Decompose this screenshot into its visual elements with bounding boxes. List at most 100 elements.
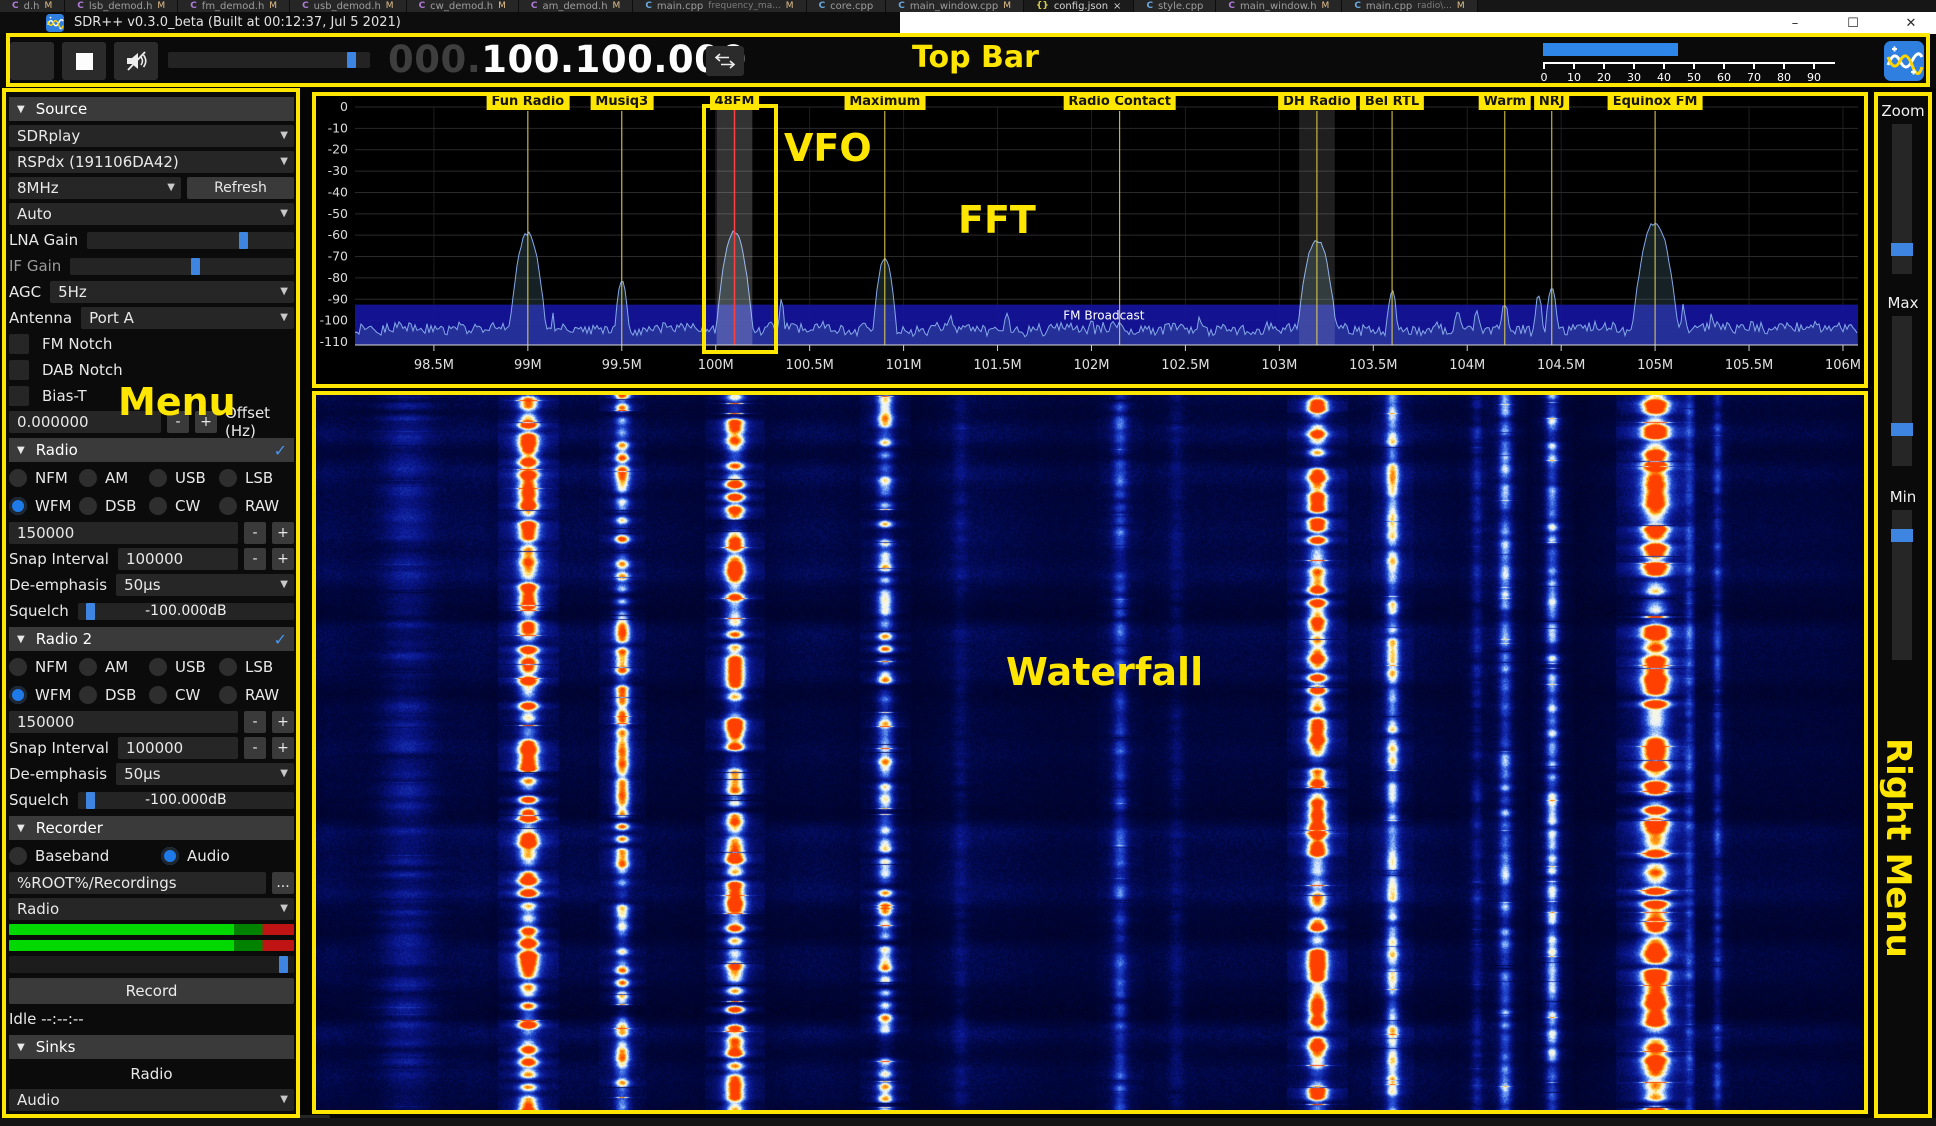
mode2-dsb[interactable]: DSB (79, 686, 149, 704)
mode-wfm[interactable]: WFM (9, 497, 79, 515)
mode2-nfm[interactable]: NFM (9, 658, 79, 676)
mode-am[interactable]: AM (79, 469, 149, 487)
browse-button[interactable]: ... (272, 872, 294, 894)
station-label-radio-contact[interactable]: Radio Contact (1063, 93, 1176, 110)
editor-tab-fm-demod-h[interactable]: Cfm_demod.hM (178, 0, 290, 12)
zoom-slider-handle[interactable] (1891, 243, 1913, 256)
mode-nfm[interactable]: NFM (9, 469, 79, 487)
vfo-swap-button[interactable] (706, 46, 744, 76)
device-select[interactable]: RSPdx (191106DA42) ▼ (9, 151, 294, 173)
fft-display[interactable]: 0-10-20-30-40-50-60-70-80-90-100-11098.5… (312, 92, 1868, 388)
station-label-warm[interactable]: Warm (1478, 93, 1531, 110)
zoom-slider[interactable] (1892, 124, 1912, 274)
bandwidth2-input[interactable]: 150000 (9, 711, 238, 733)
gain-mode-select[interactable]: Auto ▼ (9, 203, 294, 225)
antenna-select[interactable]: Port A ▼ (81, 307, 294, 329)
recorder-section-header[interactable]: ▼ Recorder (9, 816, 294, 840)
editor-tab-core-cpp[interactable]: Ccore.cpp (807, 0, 887, 12)
recorder-stream-select[interactable]: Radio ▼ (9, 898, 294, 920)
snap2-interval-input[interactable]: 100000 (118, 737, 238, 759)
mode2-raw[interactable]: RAW (219, 686, 289, 704)
recordings-path-input[interactable]: %ROOT%/Recordings (9, 872, 266, 894)
fm-notch-checkbox[interactable] (9, 334, 29, 354)
deemphasis2-select[interactable]: 50µs ▼ (116, 763, 294, 785)
refresh-button[interactable]: Refresh (187, 177, 294, 199)
minimize-button[interactable]: – (1772, 12, 1818, 34)
bandwidth2-plus-button[interactable]: + (272, 711, 294, 733)
editor-tab-main-cpp[interactable]: Cmain.cppradio\...M (1342, 0, 1477, 12)
mode2-cw[interactable]: CW (149, 686, 219, 704)
maximize-button[interactable]: ☐ (1830, 12, 1876, 34)
station-label-musiq3[interactable]: Musiq3 (590, 93, 653, 110)
mode2-wfm[interactable]: WFM (9, 686, 79, 704)
bandwidth-minus-button[interactable]: - (244, 522, 266, 544)
enabled-check-icon[interactable]: ✓ (274, 630, 287, 649)
bandwidth-plus-button[interactable]: + (272, 522, 294, 544)
station-label-48fm[interactable]: 48FM (710, 93, 760, 110)
station-label-bel-rtl[interactable]: Bel RTL (1360, 93, 1424, 110)
if-gain-handle[interactable] (191, 258, 200, 275)
mode-usb[interactable]: USB (149, 469, 219, 487)
menu-toggle-button[interactable] (10, 42, 54, 80)
recorder-mode-audio[interactable]: Audio (161, 847, 281, 865)
bandwidth-input[interactable]: 150000 (9, 522, 238, 544)
mode-dsb[interactable]: DSB (79, 497, 149, 515)
sinks-section-header[interactable]: ▼ Sinks (9, 1035, 294, 1059)
station-label-dh-radio[interactable]: DH Radio (1278, 93, 1356, 110)
samplerate-select[interactable]: 8MHz ▼ (9, 177, 181, 199)
lna-gain-handle[interactable] (239, 232, 248, 249)
close-button[interactable]: ✕ (1888, 12, 1934, 34)
editor-tab-style-cpp[interactable]: Cstyle.cpp (1134, 0, 1216, 12)
dab-notch-checkbox[interactable] (9, 360, 29, 380)
mode2-am[interactable]: AM (79, 658, 149, 676)
snap-interval-input[interactable]: 100000 (118, 548, 238, 570)
stop-button[interactable] (62, 42, 106, 80)
editor-tab-usb-demod-h[interactable]: Cusb_demod.hM (290, 0, 407, 12)
radio2-section-header[interactable]: ▼ Radio 2 ✓ (9, 627, 294, 651)
if-gain-slider[interactable] (70, 258, 294, 275)
radio-section-header[interactable]: ▼ Radio ✓ (9, 438, 294, 462)
lna-gain-slider[interactable] (87, 232, 294, 249)
source-section-header[interactable]: ▼ Source (9, 97, 294, 121)
snap2-plus-button[interactable]: + (272, 737, 294, 759)
editor-tab-d-h[interactable]: Cd.hM (0, 0, 65, 12)
frequency-display[interactable]: 000.100.100.000 (388, 38, 747, 81)
mode-cw[interactable]: CW (149, 497, 219, 515)
mode-raw[interactable]: RAW (219, 497, 289, 515)
mode-lsb[interactable]: LSB (219, 469, 289, 487)
enabled-check-icon[interactable]: ✓ (274, 441, 287, 460)
volume-slider-handle[interactable] (347, 52, 356, 68)
recorder-mode-baseband[interactable]: Baseband (9, 847, 161, 865)
bias-t-checkbox[interactable] (9, 386, 29, 406)
station-label-maximum[interactable]: Maximum (844, 93, 925, 110)
mute-button[interactable] (114, 42, 158, 80)
editor-tab-main-window-h[interactable]: Cmain_window.hM (1216, 0, 1342, 12)
mode2-usb[interactable]: USB (149, 658, 219, 676)
snap-plus-button[interactable]: + (272, 548, 294, 570)
min-slider[interactable] (1892, 510, 1912, 660)
offset-plus-button[interactable]: + (195, 411, 217, 433)
editor-tab-am-demod-h[interactable]: Cam_demod.hM (519, 0, 633, 12)
agc-select[interactable]: 5Hz ▼ (50, 281, 294, 303)
max-slider-handle[interactable] (1891, 423, 1913, 436)
volume-slider[interactable] (168, 52, 370, 68)
deemphasis-select[interactable]: 50µs ▼ (116, 574, 294, 596)
recorder-volume-handle[interactable] (279, 956, 288, 973)
squelch2-slider[interactable]: -100.000dB (78, 792, 294, 809)
close-tab-icon[interactable]: × (1113, 1, 1121, 12)
offset-input[interactable]: 0.000000 (9, 411, 161, 433)
station-label-nrj[interactable]: NRJ (1534, 93, 1570, 110)
editor-tab-config-json[interactable]: {}config.json× (1024, 0, 1134, 12)
waterfall-display[interactable] (312, 391, 1868, 1114)
editor-tab-cw-demod-h[interactable]: Ccw_demod.hM (407, 0, 519, 12)
source-type-select[interactable]: SDRplay ▼ (9, 125, 294, 147)
record-button[interactable]: Record (9, 978, 294, 1004)
recorder-volume-slider[interactable] (9, 956, 294, 973)
editor-tab-main-cpp[interactable]: Cmain.cppfrequency_ma...M (633, 0, 806, 12)
offset-minus-button[interactable]: - (167, 411, 189, 433)
station-label-fun-radio[interactable]: Fun Radio (486, 93, 569, 110)
editor-tab-lsb-demod-h[interactable]: Clsb_demod.hM (65, 0, 178, 12)
max-slider[interactable] (1892, 316, 1912, 466)
min-slider-handle[interactable] (1891, 529, 1913, 542)
bandwidth2-minus-button[interactable]: - (244, 711, 266, 733)
